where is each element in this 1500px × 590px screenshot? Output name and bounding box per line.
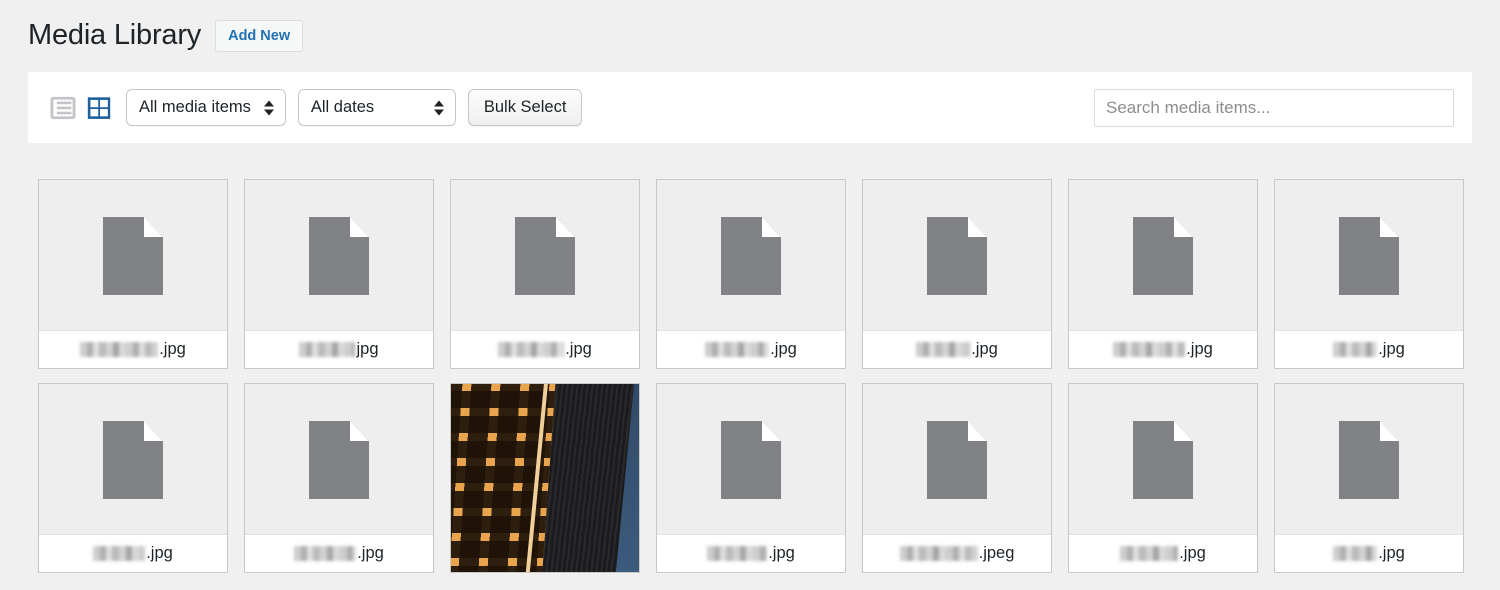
media-tile[interactable]: .jpg bbox=[656, 383, 846, 573]
media-thumbnail bbox=[1069, 180, 1257, 332]
media-filename: .jpg bbox=[451, 330, 639, 368]
file-extension: .jpg bbox=[971, 340, 998, 359]
media-thumbnail bbox=[657, 180, 845, 332]
media-tile[interactable]: .jpg bbox=[450, 179, 640, 369]
redacted-filename bbox=[900, 546, 978, 561]
file-extension: .jpg bbox=[357, 544, 384, 563]
page-header: Media Library Add New bbox=[0, 0, 1500, 72]
document-placeholder-icon bbox=[721, 421, 781, 499]
document-placeholder-icon bbox=[1133, 421, 1193, 499]
document-placeholder-icon bbox=[515, 217, 575, 295]
chevron-updown-icon bbox=[434, 100, 444, 115]
redacted-filename bbox=[707, 546, 767, 561]
document-placeholder-icon bbox=[103, 421, 163, 499]
date-filter-value: All dates bbox=[311, 98, 374, 117]
media-thumbnail bbox=[863, 180, 1051, 332]
media-thumbnail bbox=[451, 384, 639, 572]
media-tile[interactable]: jpg bbox=[244, 179, 434, 369]
redacted-filename bbox=[1333, 546, 1377, 561]
media-grid: .jpg jpg .jpg .jpg .jpg .jpg .jpg .jpg .jpg .jpg.… bbox=[38, 179, 1468, 573]
media-type-filter-value: All media items bbox=[139, 98, 251, 117]
media-thumbnail bbox=[1275, 384, 1463, 536]
file-extension: .jpg bbox=[1378, 340, 1405, 359]
date-filter-select[interactable]: All dates bbox=[298, 89, 456, 126]
media-filename: .jpg bbox=[39, 534, 227, 572]
file-extension: .jpg bbox=[770, 340, 797, 359]
add-new-button[interactable]: Add New bbox=[215, 20, 303, 52]
building-photo bbox=[451, 384, 639, 572]
media-filename: .jpeg bbox=[863, 534, 1051, 572]
media-thumbnail bbox=[39, 180, 227, 332]
redacted-filename bbox=[93, 546, 145, 561]
media-filename: .jpg bbox=[657, 330, 845, 368]
media-thumbnail bbox=[1069, 384, 1257, 536]
media-tile[interactable]: .jpeg bbox=[862, 383, 1052, 573]
bulk-select-button[interactable]: Bulk Select bbox=[468, 89, 583, 126]
redacted-filename bbox=[1333, 342, 1377, 357]
media-type-filter-select[interactable]: All media items bbox=[126, 89, 286, 126]
redacted-filename bbox=[80, 342, 158, 357]
redacted-filename bbox=[299, 342, 355, 357]
file-extension: .jpg bbox=[159, 340, 186, 359]
list-view-icon[interactable] bbox=[50, 95, 76, 121]
file-extension: .jpg bbox=[565, 340, 592, 359]
media-thumbnail bbox=[245, 384, 433, 536]
media-filename: .jpg bbox=[245, 534, 433, 572]
file-extension: .jpg bbox=[146, 544, 173, 563]
redacted-filename bbox=[1120, 546, 1178, 561]
media-filename: .jpg bbox=[1069, 534, 1257, 572]
media-tile[interactable]: .jpg bbox=[1274, 383, 1464, 573]
media-tile[interactable]: .jpg bbox=[1068, 383, 1258, 573]
document-placeholder-icon bbox=[927, 421, 987, 499]
media-tile[interactable] bbox=[450, 383, 640, 573]
media-filename: .jpg bbox=[657, 534, 845, 572]
document-placeholder-icon bbox=[1339, 421, 1399, 499]
file-extension: .jpg bbox=[1378, 544, 1405, 563]
view-mode-switch bbox=[50, 95, 112, 121]
document-placeholder-icon bbox=[1339, 217, 1399, 295]
media-tile[interactable]: .jpg bbox=[38, 179, 228, 369]
media-filename: .jpg bbox=[39, 330, 227, 368]
media-tile[interactable]: .jpg bbox=[38, 383, 228, 573]
media-filename: .jpg bbox=[1275, 534, 1463, 572]
redacted-filename bbox=[1113, 342, 1185, 357]
file-extension: .jpg bbox=[1186, 340, 1213, 359]
chevron-updown-icon bbox=[264, 100, 274, 115]
media-thumbnail bbox=[657, 384, 845, 536]
media-filename: jpg bbox=[245, 330, 433, 368]
document-placeholder-icon bbox=[309, 421, 369, 499]
file-extension: .jpeg bbox=[979, 544, 1015, 563]
file-extension: .jpg bbox=[768, 544, 795, 563]
redacted-filename bbox=[294, 546, 356, 561]
media-filename: .jpg bbox=[863, 330, 1051, 368]
media-filename: .jpg bbox=[1275, 330, 1463, 368]
media-thumbnail bbox=[863, 384, 1051, 536]
media-tile[interactable]: .jpg bbox=[244, 383, 434, 573]
media-thumbnail bbox=[39, 384, 227, 536]
document-placeholder-icon bbox=[103, 217, 163, 295]
redacted-filename bbox=[498, 342, 564, 357]
document-placeholder-icon bbox=[309, 217, 369, 295]
media-thumbnail bbox=[451, 180, 639, 332]
media-thumbnail bbox=[245, 180, 433, 332]
file-extension: jpg bbox=[356, 340, 378, 359]
grid-view-icon[interactable] bbox=[86, 95, 112, 121]
page-title: Media Library bbox=[28, 17, 201, 55]
media-tile[interactable]: .jpg bbox=[862, 179, 1052, 369]
media-tile[interactable]: .jpg bbox=[1068, 179, 1258, 369]
search-input[interactable] bbox=[1094, 89, 1454, 127]
document-placeholder-icon bbox=[927, 217, 987, 295]
media-tile[interactable]: .jpg bbox=[656, 179, 846, 369]
media-toolbar: All media items All dates Bulk Select bbox=[28, 72, 1472, 143]
media-filename: .jpg bbox=[1069, 330, 1257, 368]
toolbar-left-group: All media items All dates Bulk Select bbox=[50, 89, 582, 126]
redacted-filename bbox=[916, 342, 970, 357]
file-extension: .jpg bbox=[1179, 544, 1206, 563]
media-tile[interactable]: .jpg bbox=[1274, 179, 1464, 369]
document-placeholder-icon bbox=[1133, 217, 1193, 295]
document-placeholder-icon bbox=[721, 217, 781, 295]
redacted-filename bbox=[705, 342, 769, 357]
media-thumbnail bbox=[1275, 180, 1463, 332]
